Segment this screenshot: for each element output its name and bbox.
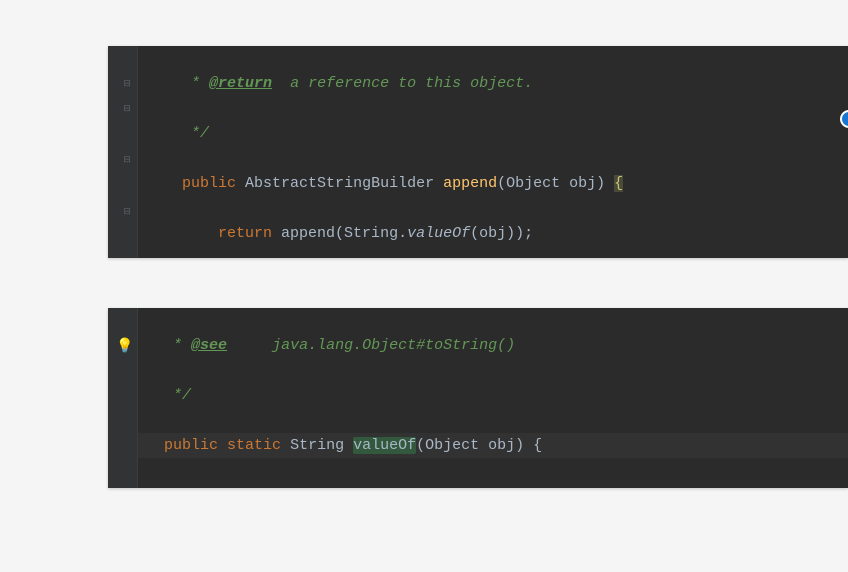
code-line: public AbstractStringBuilder append(Obje… (138, 171, 848, 196)
code-line: * @see java.lang.Object#toString() (138, 333, 848, 358)
string-literal-null: "null" (407, 487, 461, 488)
keyword-static: static (227, 437, 281, 454)
code-line: * @return a reference to this object. (138, 71, 848, 96)
javadoc-return-tag: @return (209, 75, 272, 92)
code-panel-1: ⊟ ⊟ ⊟ ⊟ * @return a reference to this ob… (108, 46, 848, 258)
code-panel-2: 💡 * @see java.lang.Object#toString() */ … (108, 308, 848, 488)
fold-minus-icon[interactable]: ⊟ (121, 103, 133, 115)
javadoc-see-tag: @see (191, 337, 227, 354)
matched-brace-open: { (614, 175, 623, 192)
code-line: return append(String.valueOf(obj)); (138, 221, 848, 246)
keyword-public: public (182, 175, 236, 192)
method-name-valueof-highlighted: valueOf (353, 437, 416, 454)
code-line: return (obj == null) ? "null" : obj.toSt… (138, 483, 848, 488)
keyword-null: null (335, 487, 371, 488)
fold-minus-icon[interactable]: ⊟ (121, 206, 133, 218)
gutter-margin (108, 308, 118, 488)
bulb-icon[interactable]: 💡 (116, 338, 132, 354)
gutter-margin (108, 46, 118, 258)
fold-minus-icon[interactable]: ⊟ (121, 154, 133, 166)
javadoc-link-method: #toString() (416, 337, 515, 354)
gutter-icons: 💡 (118, 308, 138, 488)
code-line: */ (138, 383, 848, 408)
static-method-valueof: valueOf (407, 225, 470, 242)
keyword-return: return (200, 487, 254, 488)
fold-gutter: ⊟ ⊟ ⊟ ⊟ (118, 46, 138, 258)
method-name-append: append (443, 175, 497, 192)
code-line: public static String valueOf(Object obj)… (138, 433, 848, 458)
javadoc-link-class: java.lang.Object (272, 337, 416, 354)
code-area-1[interactable]: * @return a reference to this object. */… (138, 46, 848, 258)
fold-minus-icon[interactable]: ⊟ (121, 78, 133, 90)
keyword-public: public (164, 437, 218, 454)
code-line: */ (138, 121, 848, 146)
code-area-2[interactable]: * @see java.lang.Object#toString() */ pu… (138, 308, 848, 488)
keyword-return: return (218, 225, 272, 242)
